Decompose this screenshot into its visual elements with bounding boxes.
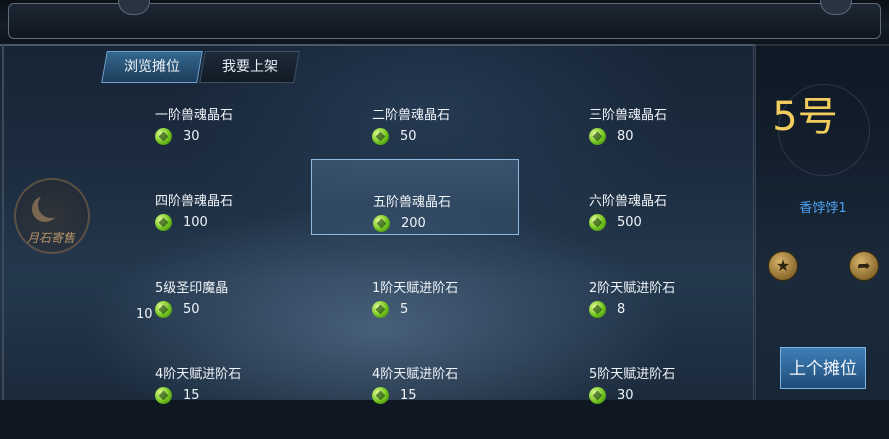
- green-gem-icon: [372, 128, 389, 145]
- green-gem-icon: [589, 301, 606, 318]
- item-price: 50: [183, 302, 200, 317]
- item-price: 200: [401, 216, 426, 231]
- item-quantity: 10: [136, 307, 153, 322]
- green-gem-icon: [372, 301, 389, 318]
- item-name: 5阶天赋进阶石: [589, 367, 676, 382]
- tab-browse-stalls[interactable]: 浏览摊位: [101, 51, 203, 83]
- moon-icon: [38, 192, 64, 218]
- share-arrow-icon[interactable]: ➦: [849, 251, 879, 281]
- item-name: 五阶兽魂晶石: [373, 195, 452, 210]
- green-gem-icon: [373, 215, 390, 232]
- green-gem-icon: [372, 387, 389, 404]
- previous-stall-button[interactable]: 上个摊位: [780, 347, 866, 389]
- green-gem-icon: [589, 128, 606, 145]
- item-slot[interactable]: 5级圣印魔晶 50: [155, 277, 361, 353]
- tab-sell-label: 我要上架: [221, 59, 278, 75]
- item-slot[interactable]: 五阶兽魂晶石 200: [311, 159, 519, 235]
- tab-list-for-sale[interactable]: 我要上架: [199, 51, 300, 83]
- item-name: 4阶天赋进阶石: [155, 367, 242, 382]
- green-gem-icon: [589, 387, 606, 404]
- item-price: 15: [400, 388, 417, 403]
- item-name: 二阶兽魂晶石: [372, 108, 451, 123]
- green-gem-icon: [155, 387, 172, 404]
- top-frame: [0, 0, 889, 46]
- item-slot[interactable]: 1阶天赋进阶石 5: [372, 277, 578, 353]
- green-gem-icon: [589, 214, 606, 231]
- item-price: 15: [183, 388, 200, 403]
- green-gem-icon: [155, 301, 172, 318]
- item-price: 30: [183, 129, 200, 144]
- tab-browse-label: 浏览摊位: [124, 59, 180, 75]
- star-icon[interactable]: ★: [768, 251, 798, 281]
- item-price: 100: [183, 215, 208, 230]
- green-gem-icon: [155, 214, 172, 231]
- item-price: 80: [617, 129, 634, 144]
- item-name: 四阶兽魂晶石: [155, 194, 234, 209]
- item-name: 2阶天赋进阶石: [589, 281, 676, 296]
- stall-owner-name[interactable]: 香饽饽1: [756, 197, 889, 216]
- item-name: 三阶兽魂晶石: [589, 108, 668, 123]
- item-name: 一阶兽魂晶石: [155, 108, 234, 123]
- item-price: 30: [617, 388, 634, 403]
- logo-text: 月石寄售: [26, 231, 75, 245]
- item-price: 50: [400, 129, 417, 144]
- green-gem-icon: [155, 128, 172, 145]
- item-slot[interactable]: 4阶天赋进阶石 15: [155, 363, 361, 439]
- item-name: 1阶天赋进阶石: [372, 281, 459, 296]
- item-price: 5: [400, 302, 409, 317]
- item-name: 六阶兽魂晶石: [589, 194, 668, 209]
- item-name: 4阶天赋进阶石: [372, 367, 459, 382]
- item-name: 5级圣印魔晶: [155, 281, 229, 296]
- item-price: 500: [617, 215, 642, 230]
- item-price: 8: [617, 302, 626, 317]
- stall-info-panel: 5号 香饽饽1 ★ ➦ 上个摊位: [755, 44, 889, 400]
- stall-number: 5号: [772, 94, 838, 140]
- item-slot[interactable]: 4阶天赋进阶石 15: [372, 363, 578, 439]
